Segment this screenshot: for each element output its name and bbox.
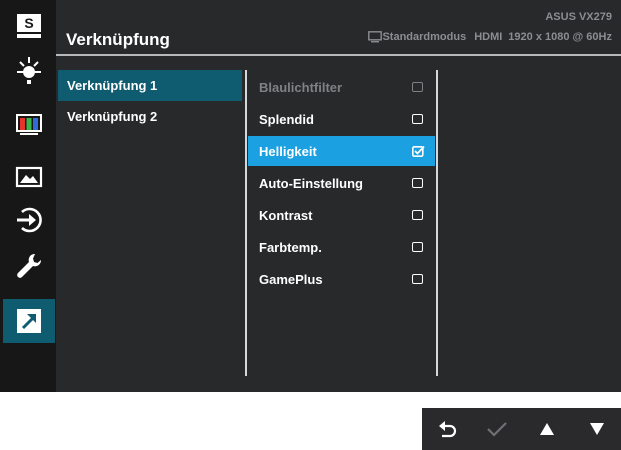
sidebar-item-color[interactable]	[3, 104, 55, 144]
option-label: Auto-Einstellung	[259, 175, 363, 191]
column-divider-right	[436, 70, 438, 376]
sidebar-item-image[interactable]	[3, 157, 55, 197]
blue-light-filter-icon	[17, 57, 41, 84]
option-label: Kontrast	[259, 207, 313, 223]
checkbox-unchecked-icon[interactable]	[412, 210, 423, 220]
checkbox-unchecked-icon[interactable]	[412, 178, 423, 188]
option-label: Blaulichtfilter	[259, 79, 343, 95]
input-select-icon	[17, 207, 42, 233]
sidebar-item-system-setup[interactable]	[3, 247, 55, 287]
monitor-model: ASUS VX279	[545, 11, 612, 23]
image-icon	[15, 166, 43, 188]
back-icon	[439, 421, 457, 438]
down-arrow-icon	[590, 423, 604, 435]
display-mode: Standardmodus	[368, 31, 466, 43]
option-label: Helligkeit	[259, 143, 317, 159]
up-arrow-icon	[540, 423, 554, 435]
shortcut-icon	[17, 309, 41, 333]
display-mode-label: Standardmodus	[382, 31, 467, 43]
sidebar-item-shortcut[interactable]	[3, 299, 55, 343]
status-bar: Standardmodus HDMI 1920 x 1080 @ 60Hz	[368, 31, 612, 43]
checkbox-unchecked-icon[interactable]	[412, 114, 423, 124]
down-button[interactable]	[572, 408, 621, 450]
menu-item-shortcut-2[interactable]: Verknüpfung 2	[58, 101, 242, 132]
option-label: Farbtemp.	[259, 239, 322, 255]
sidebar-item-splendid[interactable]: S	[3, 7, 55, 47]
menu-item-shortcut-1[interactable]: Verknüpfung 1	[58, 70, 242, 101]
sidebar: S	[0, 0, 56, 392]
page-title: Verknüpfung	[66, 30, 170, 49]
confirm-button[interactable]	[472, 408, 522, 450]
option-gameplus[interactable]: GamePlus	[248, 264, 435, 294]
header-divider	[56, 54, 621, 56]
sidebar-item-input-select[interactable]	[3, 200, 55, 240]
confirm-icon	[487, 422, 507, 437]
back-button[interactable]	[422, 408, 472, 450]
up-button[interactable]	[522, 408, 572, 450]
column-divider-left	[245, 70, 247, 376]
input-source: HDMI	[474, 31, 503, 43]
control-buttons-bar	[422, 408, 621, 450]
option-splendid[interactable]: Splendid	[248, 104, 435, 134]
option-label: GamePlus	[259, 271, 323, 287]
resolution: 1920 x 1080 @ 60Hz	[508, 31, 612, 43]
osd-menu: S Verknüpfung ASUS VX279 Standardmodus H…	[0, 0, 621, 392]
monitor-icon	[368, 31, 383, 43]
option-blaulichtfilter: Blaulichtfilter	[248, 72, 435, 102]
option-helligkeit[interactable]: Helligkeit	[248, 136, 435, 166]
menu-item-label: Verknüpfung 2	[67, 109, 158, 124]
splendid-icon-label: S	[24, 15, 33, 31]
checkbox-unchecked-icon[interactable]	[412, 274, 423, 284]
checkbox-unchecked-icon[interactable]	[412, 242, 423, 252]
menu-item-label: Verknüpfung 1	[67, 78, 158, 93]
option-farbtemp[interactable]: Farbtemp.	[248, 232, 435, 262]
option-kontrast[interactable]: Kontrast	[248, 200, 435, 230]
checkbox-checked-icon[interactable]	[412, 145, 425, 157]
option-label: Splendid	[259, 111, 314, 127]
system-setup-icon	[17, 253, 42, 278]
option-auto-einstellung[interactable]: Auto-Einstellung	[248, 168, 435, 198]
color-icon	[16, 114, 42, 135]
splendid-icon: S	[17, 14, 41, 38]
checkbox-unchecked-icon	[412, 82, 423, 92]
sidebar-item-blue-light-filter[interactable]	[3, 50, 55, 90]
